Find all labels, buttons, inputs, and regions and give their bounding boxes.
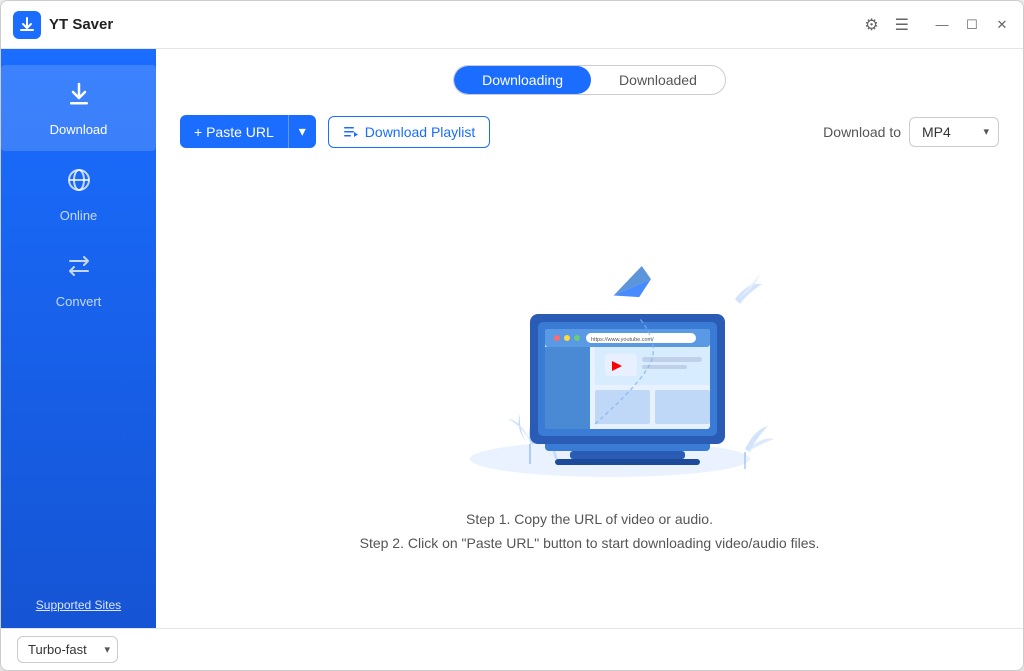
titlebar-controls: ⚙ ☰ — ☐ ✕ (864, 15, 1011, 35)
illustration-svg: https://www.youtube.com/ (400, 204, 780, 484)
step1-text: Step 1. Copy the URL of video or audio. (360, 508, 820, 532)
download-icon (64, 79, 94, 116)
convert-icon (64, 251, 94, 288)
app-logo (13, 11, 41, 39)
menu-icon[interactable]: ☰ (895, 15, 909, 35)
download-to-section: Download to MP4 MP3 MKV AVI MOV ▾ (823, 117, 999, 147)
illustration-area: https://www.youtube.com/ (180, 164, 999, 612)
minimize-button[interactable]: — (933, 16, 951, 34)
paste-url-button[interactable]: + Paste URL ▾ (180, 115, 316, 148)
chevron-down-icon: ▾ (299, 123, 306, 140)
sidebar-bottom: Supported Sites (1, 586, 156, 628)
format-select-wrapper: MP4 MP3 MKV AVI MOV ▾ (909, 117, 999, 147)
paste-url-dropdown-arrow[interactable]: ▾ (288, 115, 316, 148)
turbo-select-wrapper: Turbo-fast Fast Normal ▾ (17, 636, 118, 663)
toolbar: + Paste URL ▾ Download Playlist (180, 115, 999, 148)
content-area: Downloading Downloaded + Paste URL ▾ (156, 49, 1023, 628)
sidebar-convert-label: Convert (56, 294, 102, 309)
tabs-row: Downloading Downloaded (180, 65, 999, 95)
bottom-bar: Turbo-fast Fast Normal ▾ (1, 628, 1023, 670)
online-icon (64, 165, 94, 202)
sidebar-online-label: Online (60, 208, 98, 223)
turbo-select[interactable]: Turbo-fast Fast Normal (17, 636, 118, 663)
paste-url-main[interactable]: + Paste URL (180, 116, 288, 148)
download-to-text: Download to (823, 124, 901, 140)
maximize-button[interactable]: ☐ (963, 16, 981, 34)
settings-icon[interactable]: ⚙ (864, 15, 878, 35)
tab-downloading[interactable]: Downloading (454, 66, 591, 94)
format-select[interactable]: MP4 MP3 MKV AVI MOV (909, 117, 999, 147)
tab-group: Downloading Downloaded (453, 65, 726, 95)
steps-text: Step 1. Copy the URL of video or audio. … (360, 508, 820, 556)
sidebar-item-online[interactable]: Online (1, 151, 156, 237)
app-window: YT Saver ⚙ ☰ — ☐ ✕ Download (0, 0, 1024, 671)
paste-url-label: + Paste URL (194, 124, 274, 140)
sidebar-download-label: Download (50, 122, 108, 137)
download-playlist-button[interactable]: Download Playlist (328, 116, 491, 148)
sidebar-item-convert[interactable]: Convert (1, 237, 156, 323)
sidebar: Download Online (1, 49, 156, 628)
titlebar: YT Saver ⚙ ☰ — ☐ ✕ (1, 1, 1023, 49)
titlebar-left: YT Saver (13, 11, 113, 39)
step2-text: Step 2. Click on "Paste URL" button to s… (360, 532, 820, 556)
tab-downloaded[interactable]: Downloaded (591, 66, 725, 94)
playlist-icon (343, 124, 359, 140)
close-button[interactable]: ✕ (993, 16, 1011, 34)
sidebar-item-download[interactable]: Download (1, 65, 156, 151)
main-layout: Download Online (1, 49, 1023, 628)
window-buttons: — ☐ ✕ (933, 16, 1011, 34)
supported-sites-link[interactable]: Supported Sites (36, 598, 121, 612)
app-title: YT Saver (49, 16, 113, 33)
svg-text:https://www.youtube.com/: https://www.youtube.com/ (591, 337, 654, 343)
download-playlist-label: Download Playlist (365, 124, 476, 140)
